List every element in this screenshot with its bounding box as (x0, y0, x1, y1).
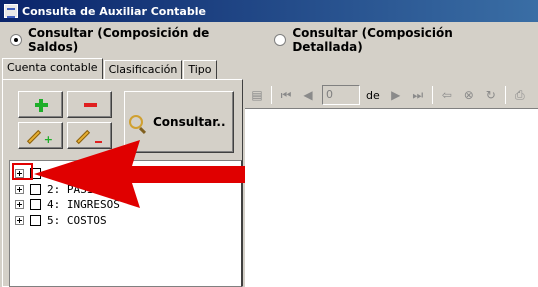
print-icon[interactable]: ⎙ (512, 87, 528, 103)
toolbar-separator (271, 86, 272, 104)
tab-strip: Cuenta contable Clasificación Tipo (2, 58, 218, 79)
mode-option-detallada-label: Consultar (Composición Detallada) (292, 26, 453, 54)
pencil-icon (75, 129, 91, 145)
consult-button[interactable]: Consultar.. (124, 91, 234, 153)
pencil-icon (26, 129, 42, 145)
tree-item[interactable]: 4: INGRESOS (15, 196, 120, 212)
next-page-icon[interactable]: ▶ (388, 87, 404, 103)
tab-tipo[interactable]: Tipo (183, 60, 217, 79)
edit-add-button[interactable]: + (18, 122, 63, 149)
magnifier-icon (129, 115, 143, 129)
expand-icon[interactable] (15, 184, 24, 194)
account-tree[interactable]: 2: PASIVO 4: INGRESOS 5: COSTOS (9, 160, 242, 287)
window-title: Consulta de Auxiliar Contable (22, 4, 206, 18)
toolbar-separator (504, 86, 506, 104)
radio-saldos[interactable] (10, 34, 22, 46)
mode-option-detallada[interactable]: Consultar (Composición Detallada) (274, 26, 526, 54)
minus-small-icon (95, 141, 102, 143)
tab-clasificacion[interactable]: Clasificación (103, 60, 183, 79)
tree-checkbox[interactable] (30, 183, 41, 195)
delete-button[interactable] (67, 91, 112, 118)
prev-page-icon[interactable]: ◀ (300, 87, 316, 103)
tree-checkbox[interactable] (30, 214, 41, 226)
report-view-icon[interactable]: ▤ (249, 87, 265, 103)
title-bar: Consulta de Auxiliar Contable (0, 0, 538, 22)
mode-selector: Consultar (Composición de Saldos) Consul… (10, 26, 538, 54)
mode-option-saldos[interactable]: Consultar (Composición de Saldos) (10, 26, 262, 54)
page-of-label: de (366, 88, 380, 102)
back-icon[interactable]: ⇦ (439, 87, 455, 103)
first-page-icon[interactable]: ⏮ (278, 87, 294, 103)
tree-checkbox[interactable] (30, 198, 41, 210)
tree-item-label: 2: PASIVO (47, 182, 107, 196)
edit-remove-button[interactable] (67, 122, 112, 149)
app-icon (4, 4, 18, 18)
stop-icon[interactable]: ⊗ (461, 87, 477, 103)
toolbar-separator (431, 86, 433, 104)
tree-item[interactable]: 5: COSTOS (15, 212, 107, 228)
consult-button-label: Consultar.. (153, 115, 226, 129)
tree-item-label: 5: COSTOS (47, 213, 107, 227)
annotation-highlight-box (12, 163, 33, 180)
expand-icon[interactable] (15, 199, 24, 209)
page-number-input[interactable]: 0 (322, 85, 360, 105)
expand-icon[interactable] (15, 215, 24, 225)
report-toolbar: ▤ ⏮ ◀ 0 de ▶ ⏭ ⇦ ⊗ ↻ ⎙ (245, 82, 538, 109)
radio-detallada[interactable] (274, 34, 287, 46)
tree-item-label: 4: INGRESOS (47, 197, 120, 211)
tree-item[interactable]: 2: PASIVO (15, 181, 107, 197)
refresh-icon[interactable]: ↻ (483, 87, 499, 103)
report-view-area (245, 109, 538, 287)
plus-small-icon: + (43, 133, 53, 146)
mode-option-saldos-label: Consultar (Composición de Saldos) (27, 26, 210, 54)
tab-cuenta-contable[interactable]: Cuenta contable (2, 58, 103, 79)
last-page-icon[interactable]: ⏭ (410, 87, 426, 103)
add-button[interactable] (18, 91, 63, 118)
